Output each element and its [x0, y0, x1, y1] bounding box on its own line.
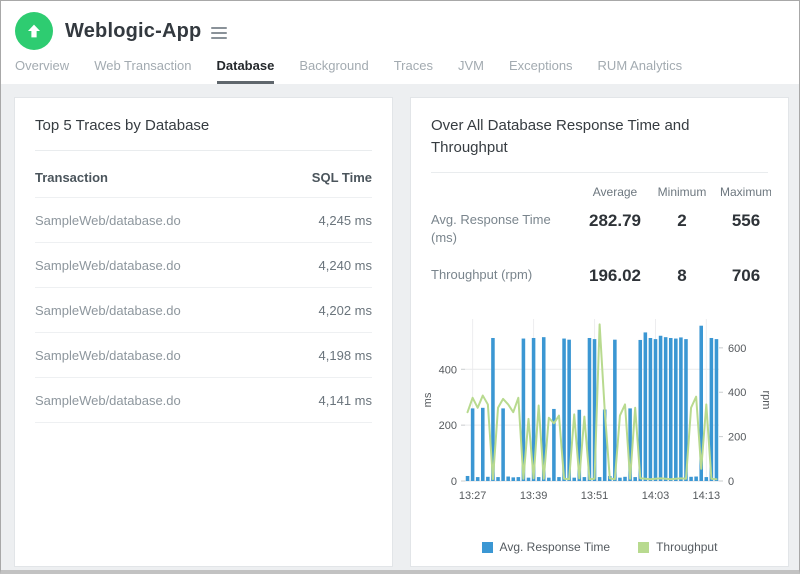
green-square-icon	[638, 542, 649, 553]
divider	[431, 172, 768, 173]
response-throughput-chart[interactable]: 0 200 400 0 200 400 600 13:27 13:39 13:51 14:03 14:…	[419, 309, 788, 524]
svg-text:400: 400	[728, 387, 746, 399]
sql-time-value: 4,202 ms	[319, 303, 372, 318]
stat-maximum: 556	[713, 203, 771, 259]
col-maximum: Maximum	[713, 177, 771, 203]
table-row[interactable]: SampleWeb/database.do 4,240 ms	[35, 243, 372, 288]
stat-minimum: 8	[651, 258, 713, 295]
tab-traces[interactable]: Traces	[394, 58, 433, 84]
sql-time-value: 4,245 ms	[319, 213, 372, 228]
svg-text:14:13: 14:13	[693, 490, 721, 502]
trace-table: Transaction SQL Time SampleWeb/database.…	[15, 151, 392, 423]
tab-database[interactable]: Database	[217, 58, 275, 84]
tab-background[interactable]: Background	[299, 58, 368, 84]
stat-label: Throughput (rpm)	[431, 258, 579, 295]
stat-label: Avg. Response Time (ms)	[431, 203, 579, 259]
hamburger-menu-icon[interactable]	[211, 27, 227, 39]
tab-overview[interactable]: Overview	[15, 58, 69, 84]
tab-bar: Overview Web Transaction Database Backgr…	[1, 52, 799, 84]
col-transaction: Transaction	[35, 170, 108, 185]
table-row[interactable]: SampleWeb/database.do 4,202 ms	[35, 288, 372, 333]
svg-text:200: 200	[728, 432, 746, 444]
table-row[interactable]: SampleWeb/database.do 4,141 ms	[35, 378, 372, 423]
top-traces-title: Top 5 Traces by Database	[15, 98, 392, 150]
svg-text:200: 200	[439, 420, 457, 432]
svg-text:13:51: 13:51	[581, 490, 609, 502]
sql-time-value: 4,240 ms	[319, 258, 372, 273]
svg-text:rpm: rpm	[760, 391, 771, 410]
stat-average: 282.79	[579, 203, 651, 259]
top-traces-panel: Top 5 Traces by Database Transaction SQL…	[14, 97, 393, 567]
apm-database-page: Weblogic-App Overview Web Transaction Da…	[0, 0, 800, 574]
svg-text:0: 0	[451, 476, 457, 488]
svg-text:13:27: 13:27	[459, 490, 487, 502]
response-throughput-panel: Over All Database Response Time and Thro…	[410, 97, 789, 567]
sql-time-value: 4,141 ms	[319, 393, 372, 408]
tab-web-transaction[interactable]: Web Transaction	[94, 58, 191, 84]
transaction-name[interactable]: SampleWeb/database.do	[35, 303, 181, 318]
col-sql-time: SQL Time	[312, 170, 372, 185]
svg-text:14:03: 14:03	[642, 490, 670, 502]
tab-jvm[interactable]: JVM	[458, 58, 484, 84]
table-row[interactable]: SampleWeb/database.do 4,245 ms	[35, 198, 372, 243]
stats-summary: Average Minimum Maximum Avg. Response Ti…	[431, 177, 771, 296]
legend-throughput[interactable]: Throughput	[638, 540, 717, 554]
col-minimum: Minimum	[651, 177, 713, 203]
combo-chart-svg[interactable]: 0 200 400 0 200 400 600 13:27 13:39 13:51 14:03 14:…	[419, 309, 771, 519]
svg-text:600: 600	[728, 343, 746, 355]
transaction-name[interactable]: SampleWeb/database.do	[35, 213, 181, 228]
chart-legend: Avg. Response Time Throughput	[411, 540, 788, 554]
response-throughput-title: Over All Database Response Time and Thro…	[411, 98, 763, 172]
tab-rum-analytics[interactable]: RUM Analytics	[598, 58, 683, 84]
stats-row-response-time: Avg. Response Time (ms) 282.79 2 556	[431, 203, 771, 259]
transaction-name[interactable]: SampleWeb/database.do	[35, 258, 181, 273]
trace-table-header: Transaction SQL Time	[35, 157, 372, 198]
stat-average: 196.02	[579, 258, 651, 295]
stat-maximum: 706	[713, 258, 771, 295]
svg-text:13:39: 13:39	[520, 490, 548, 502]
legend-response-time[interactable]: Avg. Response Time	[482, 540, 611, 554]
table-row[interactable]: SampleWeb/database.do 4,198 ms	[35, 333, 372, 378]
col-average: Average	[579, 177, 651, 203]
content-area: Top 5 Traces by Database Transaction SQL…	[1, 84, 799, 570]
svg-text:ms: ms	[422, 392, 434, 407]
page-title: Weblogic-App	[65, 20, 201, 43]
svg-text:0: 0	[728, 476, 734, 488]
svg-text:400: 400	[439, 364, 457, 376]
app-header: Weblogic-App	[1, 1, 799, 52]
blue-square-icon	[482, 542, 493, 553]
transaction-name[interactable]: SampleWeb/database.do	[35, 393, 181, 408]
sql-time-value: 4,198 ms	[319, 348, 372, 363]
stat-minimum: 2	[651, 203, 713, 259]
tab-exceptions[interactable]: Exceptions	[509, 58, 573, 84]
app-status-icon	[15, 12, 53, 50]
arrow-up-icon	[25, 22, 43, 40]
transaction-name[interactable]: SampleWeb/database.do	[35, 348, 181, 363]
stats-row-throughput: Throughput (rpm) 196.02 8 706	[431, 258, 771, 295]
